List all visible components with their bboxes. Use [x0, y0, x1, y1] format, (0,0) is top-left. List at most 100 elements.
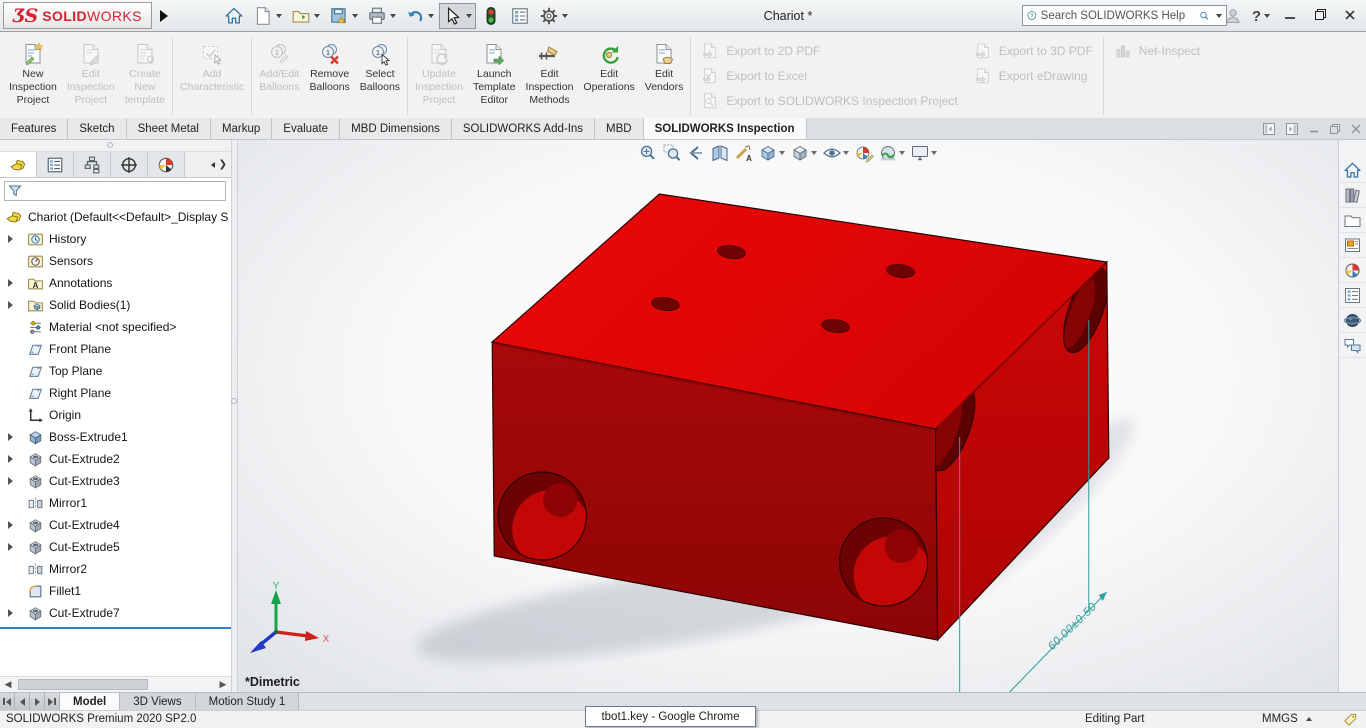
tree-horizontal-scrollbar[interactable]: ◀ ▶	[0, 676, 231, 692]
doc-restore-icon[interactable]	[1329, 123, 1341, 135]
doc-minimize-icon[interactable]	[1308, 123, 1320, 135]
dropdown-caret-icon[interactable]	[899, 151, 905, 155]
first-tab-button[interactable]	[0, 693, 15, 710]
display-style-button[interactable]	[790, 143, 818, 163]
tree-item-cut-extrude5[interactable]: Cut-Extrude5	[0, 536, 231, 558]
tree-item-right-plane[interactable]: Right Plane	[0, 382, 231, 404]
hide-show-items-button[interactable]	[822, 143, 850, 163]
taskpane-comments-button[interactable]	[1339, 333, 1366, 358]
edit-operations-button[interactable]: Edit Operations	[578, 34, 639, 118]
zoom-to-area-button[interactable]	[662, 143, 682, 163]
model-part[interactable]	[490, 193, 1117, 642]
help-search[interactable]: ?	[1022, 5, 1227, 26]
tab-features[interactable]: Features	[0, 118, 69, 139]
tree-item-mirror1[interactable]: Mirror1	[0, 492, 231, 514]
zoom-to-fit-button[interactable]	[638, 143, 658, 163]
edit-vendors-button[interactable]: Edit Vendors	[640, 34, 689, 118]
tab-mbd[interactable]: MBD	[595, 118, 644, 139]
tree-item-cut-extrude2[interactable]: Cut-Extrude2	[0, 448, 231, 470]
rebuild-button[interactable]	[477, 3, 505, 29]
tab-mbd-dimensions[interactable]: MBD Dimensions	[340, 118, 452, 139]
view-orientation-button[interactable]	[758, 143, 786, 163]
open-button[interactable]	[287, 3, 324, 29]
panel-tabs-scroll-left-icon[interactable]	[210, 161, 215, 168]
tab-markup[interactable]: Markup	[210, 118, 273, 139]
rollback-bar[interactable]	[0, 627, 231, 629]
previous-view-button[interactable]	[686, 143, 706, 163]
new-document-button[interactable]	[249, 3, 286, 29]
doctab-3d-views[interactable]: 3D Views	[120, 693, 196, 710]
dropdown-caret-icon[interactable]	[811, 151, 817, 155]
tree-item-cut-extrude4[interactable]: Cut-Extrude4	[0, 514, 231, 536]
tree-item-material-not-specified[interactable]: Material <not specified>	[0, 316, 231, 338]
tree-item-cut-extrude3[interactable]: Cut-Extrude3	[0, 470, 231, 492]
tree-item-cut-extrude7[interactable]: Cut-Extrude7	[0, 602, 231, 624]
edit-inspection-methods-button[interactable]: Edit Inspection Methods	[521, 34, 579, 118]
scroll-left-icon[interactable]: ◀	[0, 677, 16, 693]
panel-tab-configuration-manager[interactable]	[37, 152, 74, 177]
dropdown-caret-icon[interactable]	[313, 13, 320, 18]
section-view-button[interactable]	[710, 143, 730, 163]
doctab-model[interactable]: Model	[60, 693, 121, 710]
graphics-viewport[interactable]: A 60.00±0.50 Y X *Dimetric	[238, 140, 1338, 692]
options-list-button[interactable]	[506, 3, 534, 29]
tab-sketch[interactable]: Sketch	[68, 118, 127, 139]
collapse-right-pane-icon[interactable]	[1285, 122, 1299, 136]
quick-tips-icon[interactable]	[1343, 712, 1358, 727]
scrollbar-thumb[interactable]	[18, 679, 148, 690]
edit-appearance-button[interactable]	[854, 143, 874, 163]
tree-item-sensors[interactable]: Sensors	[0, 250, 231, 272]
collapse-left-pane-icon[interactable]	[1262, 122, 1276, 136]
tree-item-annotations[interactable]: A Annotations	[0, 272, 231, 294]
taskpane-custom-properties-button[interactable]	[1339, 283, 1366, 308]
dropdown-caret-icon[interactable]	[275, 13, 282, 18]
view-settings-button[interactable]	[910, 143, 938, 163]
save-button[interactable]: !	[325, 3, 362, 29]
new-inspection-project-button[interactable]: New Inspection Project	[4, 34, 62, 118]
expand-arrow-icon[interactable]	[8, 543, 13, 551]
restore-button[interactable]	[1310, 8, 1330, 24]
tree-item-chariot-default-default-display-s[interactable]: Chariot (Default<<Default>_Display S	[0, 206, 231, 228]
expand-arrow-icon[interactable]	[8, 521, 13, 529]
doctab-motion-study-1[interactable]: Motion Study 1	[195, 693, 300, 710]
dropdown-caret-icon[interactable]	[561, 13, 568, 18]
search-input[interactable]	[1040, 9, 1195, 22]
tab-solidworks-inspection[interactable]: SOLIDWORKS Inspection	[643, 118, 807, 139]
taskpane-design-library-button[interactable]	[1339, 183, 1366, 208]
launch-template-editor-button[interactable]: Launch Template Editor	[468, 34, 521, 118]
expand-arrow-icon[interactable]	[8, 301, 13, 309]
dropdown-caret-icon[interactable]	[427, 13, 434, 18]
units-selector[interactable]: MMGS	[1262, 713, 1312, 725]
prev-tab-button[interactable]	[15, 693, 30, 710]
dropdown-caret-icon[interactable]	[843, 151, 849, 155]
expand-arrow-icon[interactable]	[8, 477, 13, 485]
tree-item-top-plane[interactable]: Top Plane	[0, 360, 231, 382]
next-tab-button[interactable]	[30, 693, 45, 710]
settings-button[interactable]	[535, 3, 572, 29]
tree-item-solid-bodies-1[interactable]: Solid Bodies(1)	[0, 294, 231, 316]
minimize-button[interactable]	[1280, 9, 1300, 24]
search-icon[interactable]	[1199, 8, 1209, 24]
tree-item-mirror2[interactable]: Mirror2	[0, 558, 231, 580]
tree-filter-input[interactable]	[25, 185, 222, 197]
dynamic-annotation-views-button[interactable]: A	[734, 143, 754, 163]
expand-arrow-icon[interactable]	[8, 609, 13, 617]
select-balloons-button[interactable]: 1 Select Balloons	[355, 34, 405, 118]
expand-arrow-icon[interactable]	[8, 455, 13, 463]
panel-tab-display-manager[interactable]	[148, 152, 185, 177]
taskpane-appearances-button[interactable]	[1339, 258, 1366, 283]
dropdown-caret-icon[interactable]	[931, 151, 937, 155]
taskpane-file-explorer-button[interactable]	[1339, 208, 1366, 233]
remove-balloons-button[interactable]: 1 Remove Balloons	[305, 34, 355, 118]
tree-item-boss-extrude1[interactable]: Boss-Extrude1	[0, 426, 231, 448]
search-dropdown-icon[interactable]	[1216, 13, 1222, 18]
undo-button[interactable]	[401, 3, 438, 29]
menu-flyout-icon[interactable]	[159, 9, 168, 22]
apply-scene-button[interactable]	[878, 143, 906, 163]
expand-arrow-icon[interactable]	[8, 235, 13, 243]
tree-item-origin[interactable]: Origin	[0, 404, 231, 426]
taskpane-home-button[interactable]	[1339, 158, 1366, 183]
doc-close-icon[interactable]	[1350, 123, 1362, 135]
tab-evaluate[interactable]: Evaluate	[272, 118, 341, 139]
tree-item-history[interactable]: History	[0, 228, 231, 250]
